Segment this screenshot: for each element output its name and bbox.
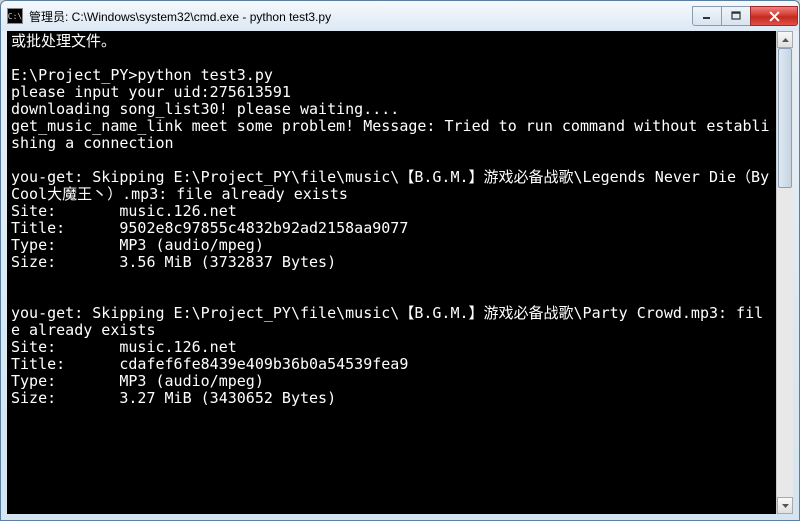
- window-controls: [693, 6, 798, 26]
- cmd-window: C:\ 管理员: C:\Windows\system32\cmd.exe - p…: [0, 0, 800, 521]
- scroll-up-button[interactable]: [777, 31, 793, 48]
- vertical-scrollbar[interactable]: [776, 31, 793, 514]
- terminal-container: 或批处理文件。 E:\Project_PY>python test3.py pl…: [7, 31, 793, 514]
- window-title: 管理员: C:\Windows\system32\cmd.exe - pytho…: [29, 8, 693, 25]
- scroll-thumb[interactable]: [778, 48, 792, 188]
- titlebar[interactable]: C:\ 管理员: C:\Windows\system32\cmd.exe - p…: [1, 1, 799, 31]
- app-icon: C:\: [7, 8, 23, 24]
- minimize-button[interactable]: [692, 6, 722, 26]
- scroll-down-button[interactable]: [777, 497, 793, 514]
- maximize-button[interactable]: [721, 6, 751, 26]
- terminal-output[interactable]: 或批处理文件。 E:\Project_PY>python test3.py pl…: [7, 31, 776, 514]
- scroll-track[interactable]: [777, 48, 793, 497]
- close-button[interactable]: [750, 6, 798, 26]
